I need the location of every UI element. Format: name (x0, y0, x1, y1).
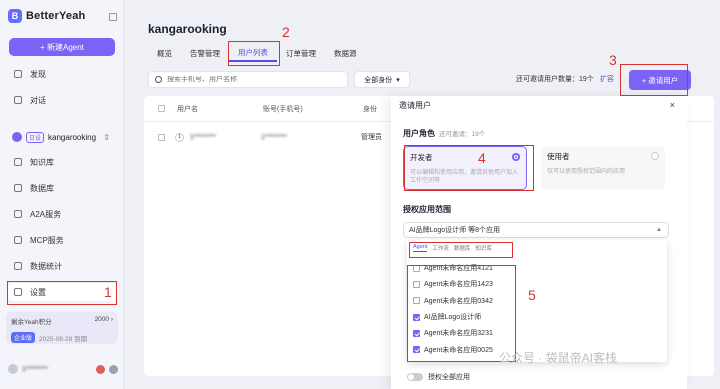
row-username: 1******** (190, 133, 216, 141)
close-icon[interactable]: × (670, 100, 675, 110)
annotation-box-developer (404, 145, 534, 191)
sidebar-item-knowledge[interactable]: 知识库 (8, 153, 116, 171)
workspace-badge: 日设 (26, 131, 45, 143)
sidebar-item-label: 发现 (30, 69, 46, 79)
sidebar: B BetterYeah + 新建Agent 发现 对话 日设 kangaroo… (0, 0, 124, 389)
sidebar-item-a2a[interactable]: A2A服务 (8, 205, 116, 223)
avatar (8, 364, 18, 374)
search-input[interactable] (167, 76, 337, 83)
discover-icon (14, 70, 22, 78)
tab-overview[interactable]: 概览 (148, 44, 181, 62)
avatar: 1 (175, 132, 184, 142)
collapse-sidebar-icon[interactable] (109, 13, 117, 21)
a2a-icon (14, 210, 22, 218)
role-title: 使用者 (547, 152, 570, 161)
sidebar-item-label: MCP服务 (30, 235, 64, 245)
annotation-box-settings (7, 281, 117, 305)
logo-mark-icon: B (8, 9, 22, 23)
row-checkbox[interactable] (158, 133, 165, 141)
sidebar-item-discover[interactable]: 发现 (8, 65, 116, 83)
workspace-avatar (12, 132, 22, 142)
role-filter-value: 全部身份 (364, 76, 393, 84)
scope-section-title: 授权应用范围 (403, 205, 451, 214)
annotation-box-dropdown-tabs (409, 242, 513, 258)
sidebar-item-label: 数据统计 (30, 261, 62, 271)
annotation-number: 2 (282, 24, 290, 40)
chevron-updown-icon: ⇕ (103, 132, 110, 142)
search-box[interactable] (148, 71, 348, 88)
plan-expiry: 2025-08-28 到期 (39, 335, 88, 343)
chevron-up-icon: ▲ (656, 227, 662, 233)
role-card-user[interactable]: 使用者 仅可以使用授权范围内的应用 (541, 146, 665, 190)
sidebar-item-label: A2A服务 (30, 209, 62, 219)
row-role: 管理员 (361, 134, 382, 141)
sidebar-item-label: 知识库 (30, 157, 54, 167)
chevron-down-icon: ▾ (396, 76, 400, 84)
radio-unselected-icon (651, 152, 659, 160)
select-all-checkbox[interactable] (158, 105, 165, 112)
mcp-icon (14, 236, 22, 244)
authorize-all-toggle[interactable] (407, 373, 423, 381)
sidebar-item-label: 对话 (30, 95, 46, 105)
panel-title: 邀请用户 (399, 101, 431, 110)
plan-badge: 企业版 (11, 332, 36, 343)
user-name: 1******** (22, 365, 48, 373)
credits-card[interactable]: 剩余Yeah积分 2000 › 企业版 2025-08-28 到期 (6, 312, 118, 344)
annotation-number: 4 (478, 150, 486, 166)
annotation-box-users-tab (228, 41, 280, 66)
page-title: kangarooking (148, 22, 227, 36)
sidebar-item-database[interactable]: 数据库 (8, 179, 116, 197)
app-scope-select[interactable]: AI品牌Logo设计师 等8个应用 ▲ (403, 222, 669, 238)
role-section-label: 用户角色 (403, 129, 435, 138)
tab-orders[interactable]: 订单管理 (277, 44, 325, 62)
watermark: 公众号 · 袋鼠帝AI客栈 (499, 351, 618, 365)
invite-count: 还可邀请用户数量：19个 (516, 76, 594, 83)
row-account: 1******** (261, 133, 287, 141)
chat-icon (14, 96, 22, 104)
sidebar-item-stats[interactable]: 数据统计 (8, 257, 116, 275)
credits-label: 剩余Yeah积分 (11, 319, 52, 326)
col-account: 账号(手机号) (263, 105, 303, 113)
role-filter-select[interactable]: 全部身份 ▾ (354, 71, 410, 88)
user-profile[interactable]: 1******** (8, 361, 118, 377)
stats-icon (14, 262, 22, 270)
annotation-number: 3 (609, 52, 617, 68)
col-role: 身份 (363, 105, 377, 113)
credits-value: 2000 › (94, 316, 113, 323)
knowledge-icon (14, 158, 22, 166)
sidebar-item-mcp[interactable]: MCP服务 (8, 231, 116, 249)
workspace-name: kangarooking (48, 132, 97, 142)
expand-link[interactable]: 扩容 (600, 74, 614, 84)
col-username: 用户名 (177, 105, 198, 113)
logo: B BetterYeah (8, 9, 85, 23)
workspace-switcher[interactable]: 日设 kangarooking ⇕ (8, 128, 116, 146)
logo-text: BetterYeah (26, 10, 86, 22)
annotation-number: 5 (528, 287, 536, 303)
database-icon (14, 184, 22, 192)
authorize-all-label: 授权全部应用 (428, 374, 470, 381)
sidebar-item-label: 数据库 (30, 183, 54, 193)
notification-icon[interactable] (96, 364, 105, 374)
new-agent-button[interactable]: + 新建Agent (9, 38, 115, 56)
role-desc: 仅可以使用授权范围内的应用 (547, 169, 626, 175)
tab-alerts[interactable]: 告警管理 (181, 44, 229, 62)
tab-datasource[interactable]: 数据源 (325, 44, 366, 62)
sidebar-item-chat[interactable]: 对话 (8, 91, 116, 109)
help-icon[interactable] (109, 364, 118, 374)
annotation-number: 1 (104, 284, 112, 300)
app-scope-value: AI品牌Logo设计师 等8个应用 (409, 227, 501, 234)
search-icon (155, 76, 162, 83)
role-section-sub: 还可邀请：19个 (439, 131, 486, 138)
annotation-box-app-list (407, 265, 516, 362)
authorize-all-row[interactable]: 授权全部应用 (407, 372, 470, 382)
role-section-title: 用户角色 还可邀请：19个 (403, 128, 485, 139)
annotation-box-invite (620, 64, 688, 96)
